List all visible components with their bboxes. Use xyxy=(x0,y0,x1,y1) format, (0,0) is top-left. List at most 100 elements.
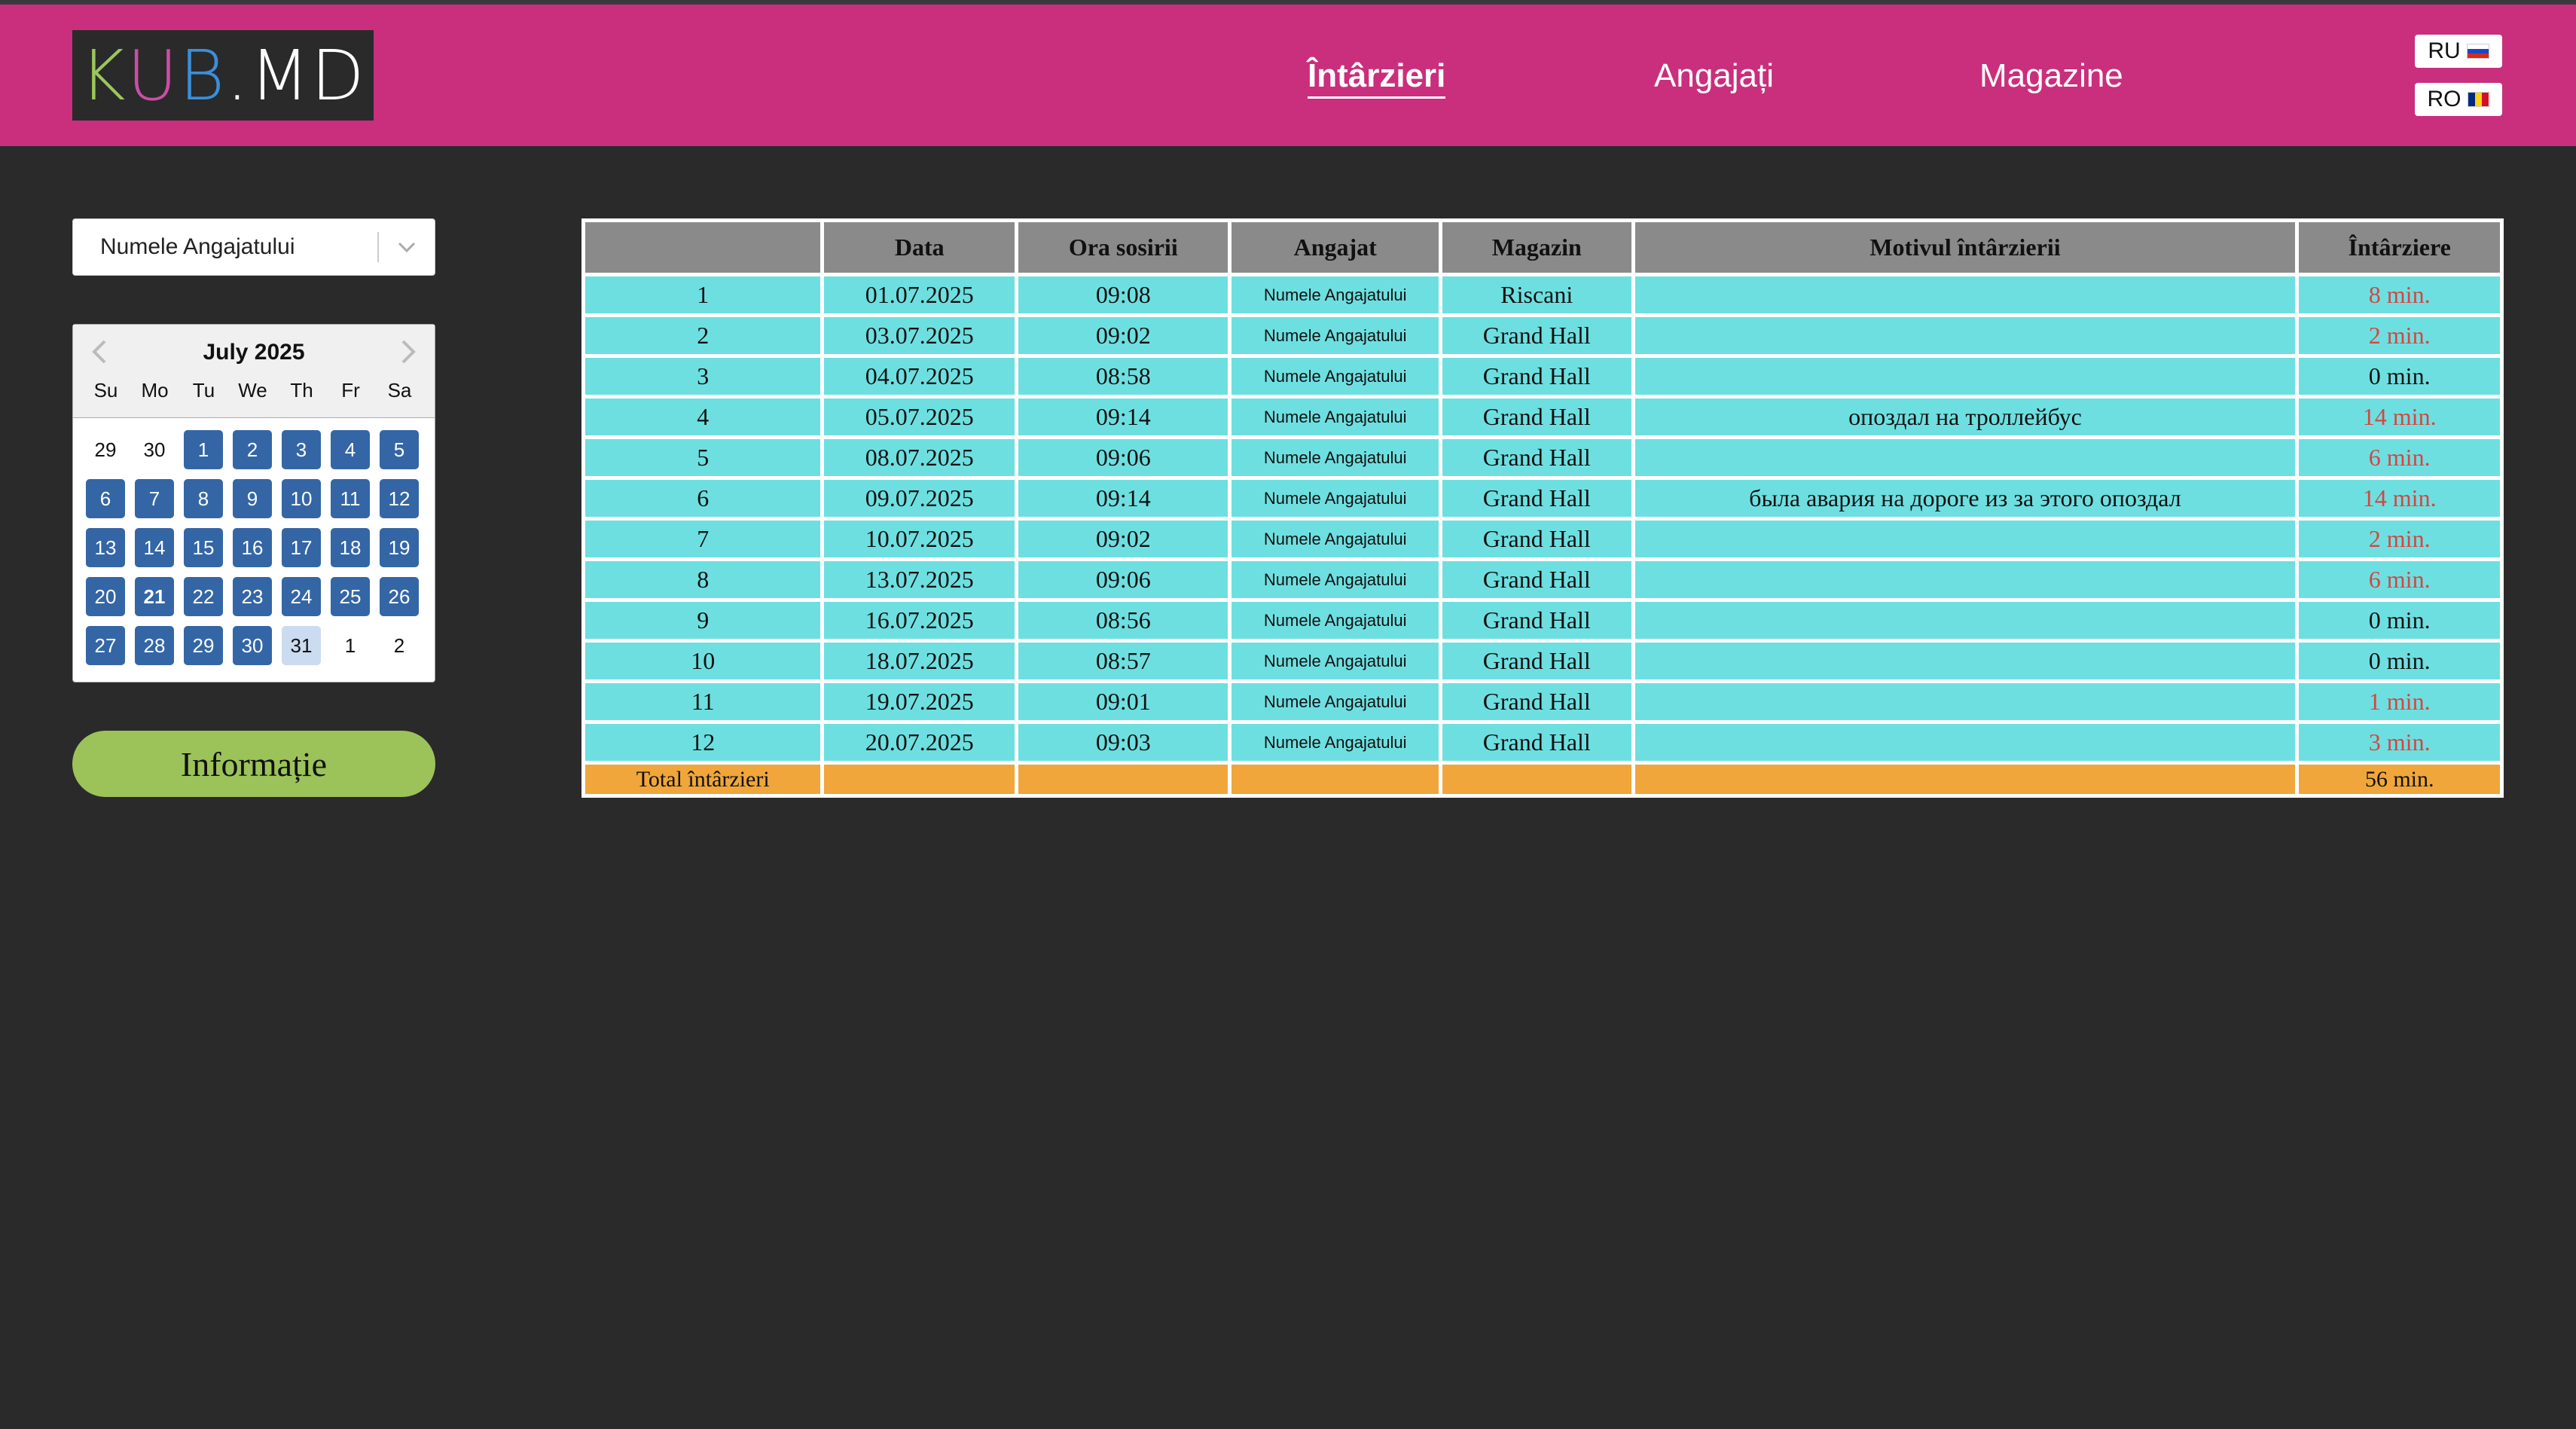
calendar-day[interactable]: 2 xyxy=(233,430,272,469)
calendar-day[interactable]: 29 xyxy=(184,626,223,665)
calendar-day[interactable]: 5 xyxy=(380,430,419,469)
lang-ru-label: RU xyxy=(2428,38,2461,63)
cell-date: 04.07.2025 xyxy=(820,354,1019,398)
total-empty-cell xyxy=(1015,761,1232,798)
table-row[interactable]: 1 01.07.2025 09:08 Numele Angajatului Riscan… xyxy=(581,273,2504,317)
informatie-button[interactable]: Informație xyxy=(72,731,435,797)
calendar-day[interactable]: 15 xyxy=(184,528,223,567)
calendar-day[interactable]: 11 xyxy=(331,479,370,518)
table-row[interactable]: 6 09.07.2025 09:14 Numele Angajatului Grand … xyxy=(581,476,2504,521)
employee-select-value: Numele Angajatului xyxy=(100,234,295,259)
table-row[interactable]: 12 20.07.2025 09:03 Numele Angajatului Grand… xyxy=(581,720,2504,765)
cell-n: 5 xyxy=(581,435,825,480)
table-row[interactable]: 7 10.07.2025 09:02 Numele Angajatului Grand … xyxy=(581,517,2504,561)
cell-time: 09:14 xyxy=(1015,395,1232,439)
column-header[interactable]: Ora sosirii xyxy=(1015,218,1232,276)
table-row[interactable]: 4 05.07.2025 09:14 Numele Angajatului Grand … xyxy=(581,395,2504,439)
column-header[interactable]: Angajat xyxy=(1228,218,1442,276)
weekday-label: Fr xyxy=(341,379,360,402)
lang-ru-button[interactable]: RU xyxy=(2415,35,2502,68)
cell-emp: Numele Angajatului xyxy=(1228,354,1442,398)
cell-n: 6 xyxy=(581,476,825,521)
weekday-label: Su xyxy=(93,379,118,402)
cell-reason xyxy=(1631,639,2300,683)
cell-n: 12 xyxy=(581,720,825,765)
calendar-day[interactable]: 10 xyxy=(282,479,321,518)
cell-store: Grand Hall xyxy=(1438,557,1635,602)
calendar-day[interactable]: 4 xyxy=(331,430,370,469)
calendar-day[interactable]: 21 xyxy=(135,577,174,616)
calendar-day[interactable]: 9 xyxy=(233,479,272,518)
nav-intarzieri[interactable]: Întârzieri xyxy=(1308,57,1446,99)
total-row: Total întârzieri 56 min. xyxy=(581,761,2504,798)
calendar-day[interactable]: 24 xyxy=(282,577,321,616)
column-header[interactable]: Motivul întârzierii xyxy=(1631,218,2300,276)
cell-store: Grand Hall xyxy=(1438,598,1635,643)
table-row[interactable]: 5 08.07.2025 09:06 Numele Angajatului Grand … xyxy=(581,435,2504,480)
calendar-day[interactable]: 6 xyxy=(86,479,125,518)
calendar-day[interactable]: 23 xyxy=(233,577,272,616)
column-header[interactable]: Magazin xyxy=(1438,218,1635,276)
cell-delay: 3 min. xyxy=(2295,720,2504,765)
cell-time: 08:56 xyxy=(1015,598,1232,643)
table-row[interactable]: 11 19.07.2025 09:01 Numele Angajatului Grand… xyxy=(581,679,2504,724)
calendar-day[interactable]: 1 xyxy=(331,626,370,665)
calendar-day[interactable]: 25 xyxy=(331,577,370,616)
column-header[interactable] xyxy=(581,218,825,276)
calendar-day[interactable]: 31 xyxy=(282,626,321,665)
table-header-row: Data Ora sosirii Angajat Magazin Motivul înt… xyxy=(581,218,2504,276)
cell-store: Grand Hall xyxy=(1438,679,1635,724)
calendar-day[interactable]: 19 xyxy=(380,528,419,567)
cell-reason xyxy=(1631,557,2300,602)
calendar-day[interactable]: 30 xyxy=(233,626,272,665)
calendar-day[interactable]: 30 xyxy=(135,430,174,469)
cell-reason xyxy=(1631,598,2300,643)
cell-n: 10 xyxy=(581,639,825,683)
cell-reason xyxy=(1631,354,2300,398)
column-header[interactable]: Întârziere xyxy=(2295,218,2504,276)
calendar-day[interactable]: 28 xyxy=(135,626,174,665)
cell-delay: 8 min. xyxy=(2295,273,2504,317)
calendar-day[interactable]: 29 xyxy=(86,430,125,469)
table-row[interactable]: 9 16.07.2025 08:56 Numele Angajatului Grand … xyxy=(581,598,2504,643)
calendar-day[interactable]: 7 xyxy=(135,479,174,518)
cell-time: 09:02 xyxy=(1015,517,1232,561)
calendar-day[interactable]: 16 xyxy=(233,528,272,567)
calendar-day[interactable]: 22 xyxy=(184,577,223,616)
chevron-down-icon[interactable] xyxy=(379,241,435,253)
calendar-day[interactable]: 3 xyxy=(282,430,321,469)
total-label: Total întârzieri xyxy=(581,761,825,798)
top-header: K U B .MD Întârzieri Angajați Magazine R… xyxy=(0,0,2576,146)
calendar-day[interactable]: 1 xyxy=(184,430,223,469)
cell-date: 20.07.2025 xyxy=(820,720,1019,765)
table-row[interactable]: 3 04.07.2025 08:58 Numele Angajatului Grand … xyxy=(581,354,2504,398)
table-row[interactable]: 2 03.07.2025 09:02 Numele Angajatului Grand … xyxy=(581,313,2504,358)
cell-reason xyxy=(1631,679,2300,724)
cell-date: 19.07.2025 xyxy=(820,679,1019,724)
calendar-month-title: July 2025 xyxy=(203,340,305,365)
calendar-day[interactable]: 17 xyxy=(282,528,321,567)
column-header[interactable]: Data xyxy=(820,218,1019,276)
nav-angajati[interactable]: Angajați xyxy=(1654,57,1774,95)
calendar-day[interactable]: 8 xyxy=(184,479,223,518)
calendar-day[interactable]: 20 xyxy=(86,577,125,616)
cell-emp: Numele Angajatului xyxy=(1228,557,1442,602)
table-row[interactable]: 8 13.07.2025 09:06 Numele Angajatului Grand … xyxy=(581,557,2504,602)
kub-md-logo[interactable]: K U B .MD xyxy=(72,30,374,121)
calendar-days: 29 30 1 2 3 4 5 6 7 8 9 10 11 12 13 14 15 16 17 18 19 20 21 22 2… xyxy=(86,430,426,665)
table-row[interactable]: 10 18.07.2025 08:57 Numele Angajatului Grand… xyxy=(581,639,2504,683)
employee-select[interactable]: Numele Angajatului xyxy=(72,218,435,276)
calendar-day[interactable]: 18 xyxy=(331,528,370,567)
lang-ro-button[interactable]: RO xyxy=(2415,83,2502,116)
calendar-header: July 2025 Su Mo Tu We Th Fr Sa xyxy=(73,325,435,418)
cell-date: 10.07.2025 xyxy=(820,517,1019,561)
nav-magazine[interactable]: Magazine xyxy=(1979,57,2123,95)
calendar-day[interactable]: 27 xyxy=(86,626,125,665)
calendar-day[interactable]: 14 xyxy=(135,528,174,567)
calendar-day[interactable]: 2 xyxy=(380,626,419,665)
calendar-day[interactable]: 26 xyxy=(380,577,419,616)
calendar-day[interactable]: 13 xyxy=(86,528,125,567)
chevron-right-icon[interactable] xyxy=(400,335,417,373)
cell-emp: Numele Angajatului xyxy=(1228,273,1442,317)
calendar-day[interactable]: 12 xyxy=(380,479,419,518)
